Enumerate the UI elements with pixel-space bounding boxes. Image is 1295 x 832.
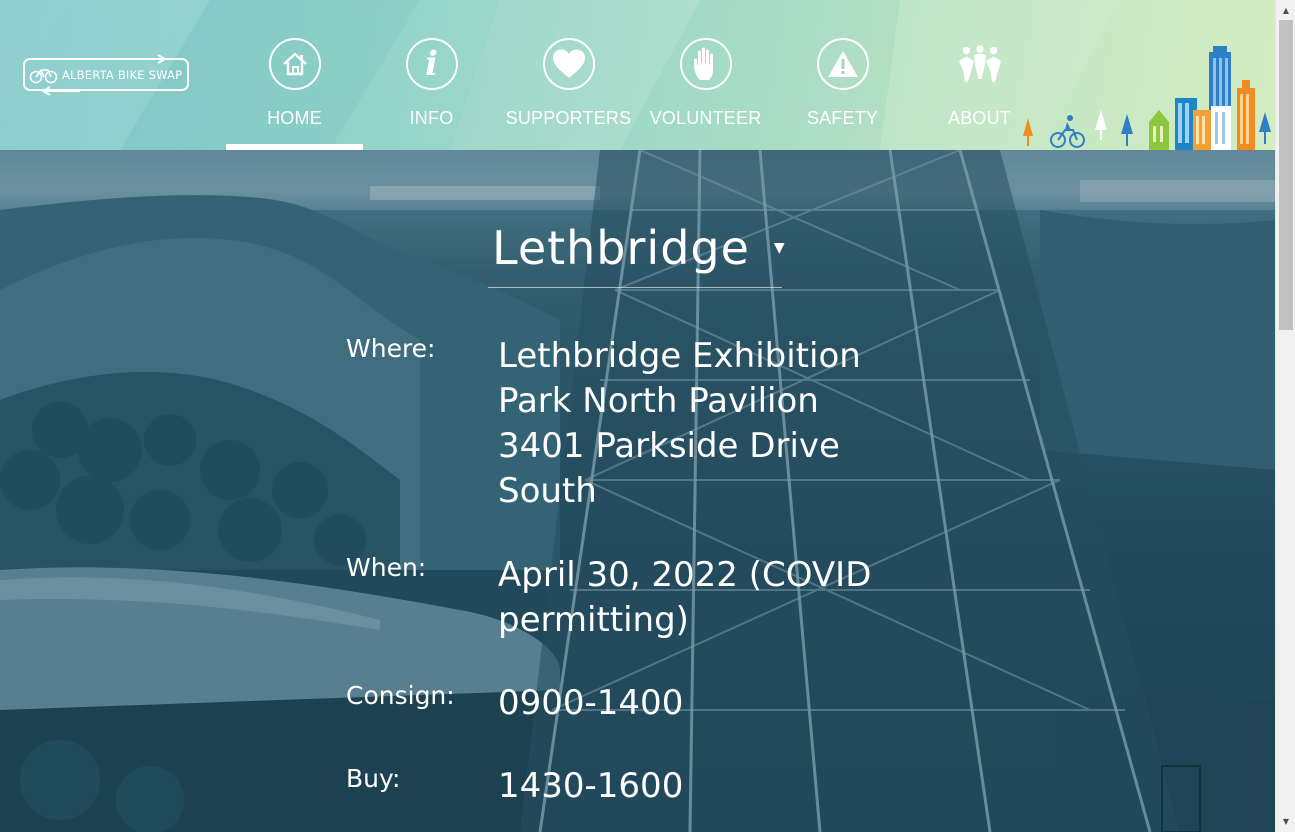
home-icon — [268, 38, 321, 90]
nav-info-label: INFO — [409, 108, 454, 128]
main-nav: HOME i INFO SUPPORTERS VOLUNTEER SAFETY … — [226, 0, 1048, 150]
consign-value: 0900-1400 — [498, 683, 684, 723]
nav-safety[interactable]: SAFETY — [774, 0, 911, 150]
where-value: Lethbridge Exhibition Park North Pavilio… — [498, 336, 861, 511]
hand-icon — [679, 38, 732, 90]
bike-logo-icon — [29, 68, 58, 83]
nav-about-label: ABOUT — [947, 108, 1011, 128]
city-skyline-illustration — [1023, 46, 1271, 150]
chevron-down-icon: ▼ — [773, 240, 785, 256]
nav-home[interactable]: HOME — [226, 0, 363, 150]
scroll-up-icon[interactable]: ▲ — [1276, 2, 1295, 19]
info-icon: i — [405, 38, 458, 90]
consign-label: Consign: — [346, 681, 455, 710]
where-label: Where: — [346, 334, 436, 363]
city-selector-value: Lethbridge — [492, 221, 750, 275]
logo-arrow-icon — [120, 54, 168, 64]
scrollbar-thumb[interactable] — [1279, 20, 1293, 330]
people-icon — [954, 38, 1006, 90]
hero-section: Lethbridge ▼ Where: Lethbridge Exhibitio… — [0, 150, 1275, 832]
nav-safety-label: SAFETY — [806, 108, 879, 128]
site-header: ALBERTA BIKE SWAP HOME i INFO SUPPORTERS… — [0, 0, 1275, 150]
nav-volunteer[interactable]: VOLUNTEER — [637, 0, 774, 150]
buy-label: Buy: — [346, 764, 401, 793]
nav-home-label: HOME — [267, 108, 322, 128]
warning-icon — [816, 38, 869, 90]
nav-supporters-label: SUPPORTERS — [505, 108, 632, 128]
city-selector-dropdown[interactable]: Lethbridge ▼ — [488, 220, 785, 288]
nav-supporters[interactable]: SUPPORTERS — [500, 0, 637, 150]
logo-arrow-back-icon — [40, 86, 80, 96]
buy-value: 1430-1600 — [498, 766, 684, 806]
when-value: April 30, 2022 (COVID permitting) — [498, 555, 872, 640]
heart-icon — [542, 38, 595, 90]
page-scrollbar[interactable]: ▲ ▼ — [1275, 0, 1295, 832]
nav-volunteer-label: VOLUNTEER — [649, 108, 762, 128]
scroll-down-icon[interactable]: ▼ — [1276, 813, 1295, 830]
when-label: When: — [346, 553, 427, 582]
nav-info[interactable]: i INFO — [363, 0, 500, 150]
logo-text: ALBERTA BIKE SWAP — [62, 67, 183, 82]
